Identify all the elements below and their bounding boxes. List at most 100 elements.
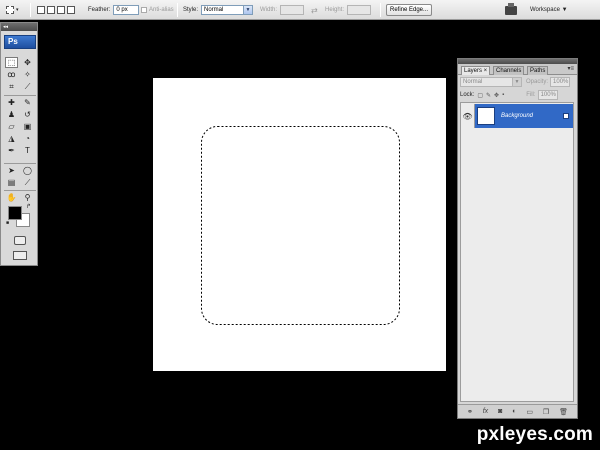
- fx-icon[interactable]: fx: [483, 408, 488, 415]
- antialias-group: Anti-alias: [141, 4, 174, 16]
- blend-opacity-row: Normal ▼ Opacity: 100%: [460, 77, 571, 87]
- antialias-label: Anti-alias: [149, 7, 174, 13]
- lock-all-icon[interactable]: ▪: [502, 92, 504, 99]
- move-tool-icon[interactable]: ✥: [21, 57, 34, 68]
- blend-mode-value: Normal: [463, 79, 483, 85]
- marquee-preset-button[interactable]: ▾: [6, 4, 19, 16]
- width-label: Width:: [260, 7, 278, 13]
- divider: [30, 3, 31, 17]
- panel-menu-icon[interactable]: ▾≡: [567, 65, 574, 72]
- options-bar: ▾ Feather: 0 px Anti-alias Style: Normal…: [0, 0, 600, 20]
- opacity-input[interactable]: 100%: [550, 77, 571, 87]
- swap-dimensions-icon: ⇄: [311, 4, 318, 16]
- layers-footer: ⚭ fx ◙ ◐ ▭ ❐ 🗑: [458, 404, 577, 418]
- swap-colors-icon[interactable]: ↱: [24, 202, 33, 211]
- document-canvas[interactable]: [153, 78, 446, 371]
- panel-tabs: Layers × Channels Paths ▾≡: [458, 64, 577, 75]
- add-selection-icon[interactable]: [47, 6, 55, 14]
- hand-tool-icon[interactable]: ✋: [5, 192, 18, 203]
- lock-fill-row: Lock: ▢ ✎ ✥ ▪ Fill: 100%: [460, 90, 558, 100]
- lock-icon: [563, 113, 569, 119]
- chevron-down-icon: ▼: [243, 6, 253, 14]
- layer-thumbnail: [477, 107, 495, 125]
- foreground-color-swatch[interactable]: [8, 206, 22, 220]
- height-label: Height:: [325, 7, 345, 13]
- workspace-icon: [505, 2, 517, 16]
- adjustment-icon[interactable]: ◐: [512, 408, 516, 415]
- tab-paths[interactable]: Paths: [527, 66, 549, 75]
- feather-label: Feather:: [88, 7, 111, 13]
- rounded-selection-outline: [201, 126, 400, 325]
- group-icon[interactable]: ▭: [526, 408, 533, 416]
- style-select[interactable]: Normal ▼: [201, 5, 254, 15]
- watermark: pxleyes.com: [476, 424, 593, 445]
- path-selection-tool-icon[interactable]: ➤: [5, 165, 18, 176]
- fill-label: Fill:: [526, 92, 536, 98]
- tab-channels[interactable]: Channels: [493, 66, 525, 75]
- new-selection-icon[interactable]: [37, 6, 45, 14]
- lock-label: Lock:: [460, 92, 475, 98]
- layer-row[interactable]: 👁 Background: [461, 104, 573, 128]
- quick-mask-button[interactable]: [14, 236, 26, 245]
- intersect-selection-icon[interactable]: [67, 6, 75, 14]
- shape-tool-icon[interactable]: ◯: [21, 165, 34, 176]
- width-input: [280, 5, 305, 15]
- chevron-down-icon: ▼: [512, 78, 521, 86]
- link-icon[interactable]: ⚭: [467, 408, 473, 416]
- selection-marquee: [201, 126, 400, 325]
- divider: [380, 3, 381, 17]
- feather-input[interactable]: 0 px: [113, 5, 140, 15]
- healing-brush-tool-icon[interactable]: ✚: [5, 97, 18, 108]
- brush-tool-icon[interactable]: ✎: [21, 97, 34, 108]
- swap-glyph: ⇄: [311, 5, 318, 15]
- lock-transparent-icon[interactable]: ▢: [477, 92, 483, 99]
- clone-stamp-tool-icon[interactable]: ♟: [5, 109, 18, 120]
- opacity-label: Opacity:: [526, 79, 549, 85]
- toolbox-collapse-button[interactable]: ◂◂: [1, 23, 37, 31]
- eyedropper-tool-icon[interactable]: ⟋: [21, 81, 34, 92]
- selection-mode-group: [37, 4, 75, 16]
- subtract-selection-icon[interactable]: [57, 6, 65, 14]
- dodge-tool-icon[interactable]: ◔: [21, 133, 34, 144]
- layer-name: Background: [501, 113, 534, 119]
- photoshop-logo: Ps: [4, 35, 36, 49]
- feather-group: Feather: 0 px: [88, 4, 140, 16]
- divider: [4, 95, 36, 96]
- eraser-tool-icon[interactable]: ▱: [5, 121, 18, 132]
- magic-wand-tool-icon[interactable]: ✧: [21, 69, 34, 80]
- workspace-label: Workspace ▼: [530, 7, 568, 13]
- gradient-tool-icon[interactable]: ▣: [21, 121, 34, 132]
- layers-list: 👁 Background: [460, 102, 574, 402]
- eyedropper2-tool-icon[interactable]: ⟋: [21, 177, 34, 188]
- workspace-button[interactable]: Workspace ▼: [530, 4, 568, 16]
- rectangular-marquee-icon: [6, 6, 14, 14]
- blend-mode-select[interactable]: Normal ▼: [460, 77, 522, 87]
- history-brush-tool-icon[interactable]: ↺: [21, 109, 34, 120]
- tab-layers[interactable]: Layers ×: [461, 66, 491, 75]
- antialias-checkbox[interactable]: [141, 7, 147, 13]
- fill-input[interactable]: 100%: [537, 90, 558, 100]
- notes-tool-icon[interactable]: ▤: [5, 177, 18, 188]
- eye-icon[interactable]: 👁: [461, 104, 475, 128]
- style-group: Style: Normal ▼: [183, 4, 254, 16]
- crop-tool-icon[interactable]: ⌗: [5, 81, 18, 92]
- screen-mode-button[interactable]: [13, 251, 27, 260]
- new-layer-icon[interactable]: ❐: [543, 408, 549, 416]
- marquee-tool-icon[interactable]: ⬚: [5, 57, 18, 68]
- layers-panel: Layers × Channels Paths ▾≡ Normal ▼ Opac…: [457, 58, 578, 419]
- mask-icon[interactable]: ◙: [498, 408, 502, 415]
- default-colors-icon[interactable]: ■: [4, 220, 11, 227]
- height-input: [347, 5, 372, 15]
- trash-icon[interactable]: 🗑: [559, 408, 568, 416]
- style-label: Style:: [183, 7, 199, 13]
- blur-tool-icon[interactable]: ◮: [5, 133, 18, 144]
- type-tool-icon[interactable]: T: [21, 145, 34, 156]
- pen-tool-icon[interactable]: ✒: [5, 145, 18, 156]
- lock-pixels-icon[interactable]: ✎: [486, 92, 491, 99]
- divider: [177, 3, 178, 17]
- toolbox: ◂◂ Ps ⬚ ✥ ꝏ ✧ ⌗ ⟋ ✚ ✎ ♟ ↺ ▱ ▣ ◮ ◔ ✒ T ➤ ◯ ▤ ⟋ ✋ ⚲ ↱ ■: [0, 22, 38, 266]
- refine-edge-button[interactable]: Refine Edge...: [386, 4, 432, 16]
- style-value: Normal: [204, 7, 224, 13]
- lock-position-icon[interactable]: ✥: [494, 92, 499, 99]
- lasso-tool-icon[interactable]: ꝏ: [5, 69, 18, 80]
